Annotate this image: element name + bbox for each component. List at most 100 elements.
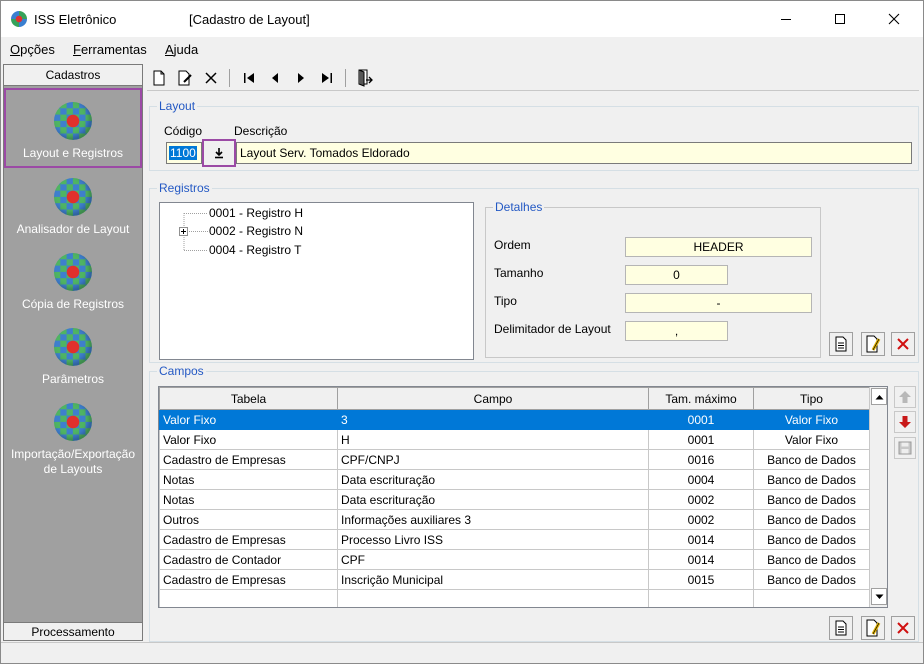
campo-delete-button[interactable] [891,616,915,640]
cell-tipo[interactable]: Banco de Dados [753,569,870,590]
cell-tam-maximo[interactable]: 0002 [648,509,754,530]
move-down-button[interactable] [894,411,916,433]
table-row[interactable]: Valor Fixo 3 0001 Valor Fixo [159,409,870,430]
cell-tam-maximo[interactable]: 0016 [648,449,754,470]
move-up-button[interactable] [894,386,916,408]
delete-button[interactable] [200,67,222,89]
cell-campo[interactable]: Processo Livro ISS [337,529,649,550]
cell-campo[interactable]: Data escrituração [337,489,649,510]
column-header-tam-maximo[interactable]: Tam. máximo [648,387,754,410]
cell-campo[interactable]: CPF [337,549,649,570]
cell-campo[interactable]: Data escrituração [337,469,649,490]
column-header-campo[interactable]: Campo [337,387,649,410]
sidebar-header-cadastros[interactable]: Cadastros [4,65,142,86]
maximize-button[interactable] [817,1,863,37]
sidebar-item-copia-registros[interactable]: Cópia de Registros [4,253,142,312]
cell-tam-maximo[interactable]: 0001 [648,409,754,430]
codigo-lookup-button[interactable] [202,139,236,167]
cell-tabela[interactable]: Cadastro de Empresas [159,529,338,550]
cell-campo[interactable]: CPF/CNPJ [337,449,649,470]
cell-tipo[interactable]: Banco de Dados [753,509,870,530]
cell-campo[interactable]: 3 [337,409,649,430]
cell-tam-maximo[interactable]: 0001 [648,429,754,450]
cell-tam-maximo[interactable]: 0002 [648,489,754,510]
campos-grid[interactable]: Tabela Campo Tam. máximo Tipo Valor Fixo… [158,386,888,608]
column-header-tabela[interactable]: Tabela [159,387,338,410]
cell-tabela[interactable]: Notas [159,469,338,490]
tree-item[interactable]: 0002 - Registro N [209,224,303,238]
cell-tipo[interactable]: Valor Fixo [753,409,870,430]
importacao-exportacao-icon [54,403,92,441]
empty-cell[interactable] [159,589,338,607]
registro-delete-button[interactable] [891,332,915,356]
menu-ajuda[interactable]: Ajuda [165,42,198,57]
campo-new-button[interactable] [829,616,853,640]
first-record-button[interactable] [238,67,260,89]
table-row[interactable]: Cadastro de Empresas CPF/CNPJ 0016 Banco de… [159,449,870,470]
cell-tam-maximo[interactable]: 0014 [648,549,754,570]
campo-edit-button[interactable] [861,616,885,640]
registro-edit-button[interactable] [861,332,885,356]
scroll-up-button[interactable] [871,388,887,405]
table-row-empty[interactable] [159,589,870,607]
cell-campo[interactable]: Inscrição Municipal [337,569,649,590]
menu-opcoes[interactable]: Opções [10,42,55,57]
tree-item[interactable]: 0004 - Registro T [209,243,302,257]
first-icon [244,73,254,83]
exit-button[interactable] [354,67,376,89]
cell-tipo[interactable]: Banco de Dados [753,489,870,510]
close-icon [888,13,900,25]
sidebar-footer-processamento[interactable]: Processamento [4,622,142,640]
cell-tam-maximo[interactable]: 0015 [648,569,754,590]
cell-tabela[interactable]: Notas [159,489,338,510]
table-row[interactable]: Cadastro de Contador CPF 0014 Banco de Dado… [159,549,870,570]
cell-tabela[interactable]: Valor Fixo [159,409,338,430]
cell-tabela[interactable]: Cadastro de Contador [159,549,338,570]
cell-campo[interactable]: Informações auxiliares 3 [337,509,649,530]
cell-tipo[interactable]: Valor Fixo [753,429,870,450]
campos-table: Tabela Campo Tam. máximo Tipo Valor Fixo… [159,387,870,607]
empty-cell[interactable] [648,589,754,607]
next-record-button[interactable] [290,67,312,89]
previous-record-button[interactable] [264,67,286,89]
cell-tabela[interactable]: Cadastro de Empresas [159,449,338,470]
sidebar-item-parametros[interactable]: Parâmetros [4,328,142,387]
table-row[interactable]: Notas Data escrituração 0002 Banco de Dados [159,489,870,510]
codigo-field[interactable]: 1100 [166,142,202,164]
menu-ferramentas[interactable]: Ferramentas [73,42,147,57]
cell-tam-maximo[interactable]: 0004 [648,469,754,490]
sidebar-item-analisador[interactable]: Analisador de Layout [4,178,142,237]
grid-vertical-scrollbar[interactable] [869,387,887,607]
empty-cell[interactable] [337,589,649,607]
new-button[interactable] [148,67,170,89]
registros-tree[interactable]: 0001 - Registro H 0002 - Registro N 0004… [159,202,474,360]
table-row[interactable]: Outros Informações auxiliares 3 0002 Banco … [159,509,870,530]
table-row[interactable]: Cadastro de Empresas Inscrição Municipal 0… [159,569,870,590]
last-record-button[interactable] [316,67,338,89]
table-row[interactable]: Notas Data escrituração 0004 Banco de Dados [159,469,870,490]
cell-campo[interactable]: H [337,429,649,450]
close-button[interactable] [871,1,917,37]
cell-tipo[interactable]: Banco de Dados [753,449,870,470]
edit-button[interactable] [174,67,196,89]
sidebar-item-importacao-exportacao[interactable]: Importação/Exportação de Layouts [4,403,142,477]
scroll-down-button[interactable] [871,588,887,605]
tree-item[interactable]: 0001 - Registro H [209,206,303,220]
cell-tabela[interactable]: Cadastro de Empresas [159,569,338,590]
sidebar-item-layout-registros[interactable]: Layout e Registros [4,88,142,168]
column-header-tipo[interactable]: Tipo [753,387,870,410]
cell-tipo[interactable]: Banco de Dados [753,549,870,570]
cell-tabela[interactable]: Outros [159,509,338,530]
table-row[interactable]: Cadastro de Empresas Processo Livro ISS 00… [159,529,870,550]
empty-cell[interactable] [753,589,870,607]
table-row[interactable]: Valor Fixo H 0001 Valor Fixo [159,429,870,450]
cell-tam-maximo[interactable]: 0014 [648,529,754,550]
registro-new-button[interactable] [829,332,853,356]
descricao-field[interactable]: Layout Serv. Tomados Eldorado [236,142,912,164]
save-order-button[interactable] [894,437,916,459]
cell-tipo[interactable]: Banco de Dados [753,469,870,490]
cell-tipo[interactable]: Banco de Dados [753,529,870,550]
save-disk-icon [898,441,912,455]
minimize-button[interactable] [763,1,809,37]
cell-tabela[interactable]: Valor Fixo [159,429,338,450]
